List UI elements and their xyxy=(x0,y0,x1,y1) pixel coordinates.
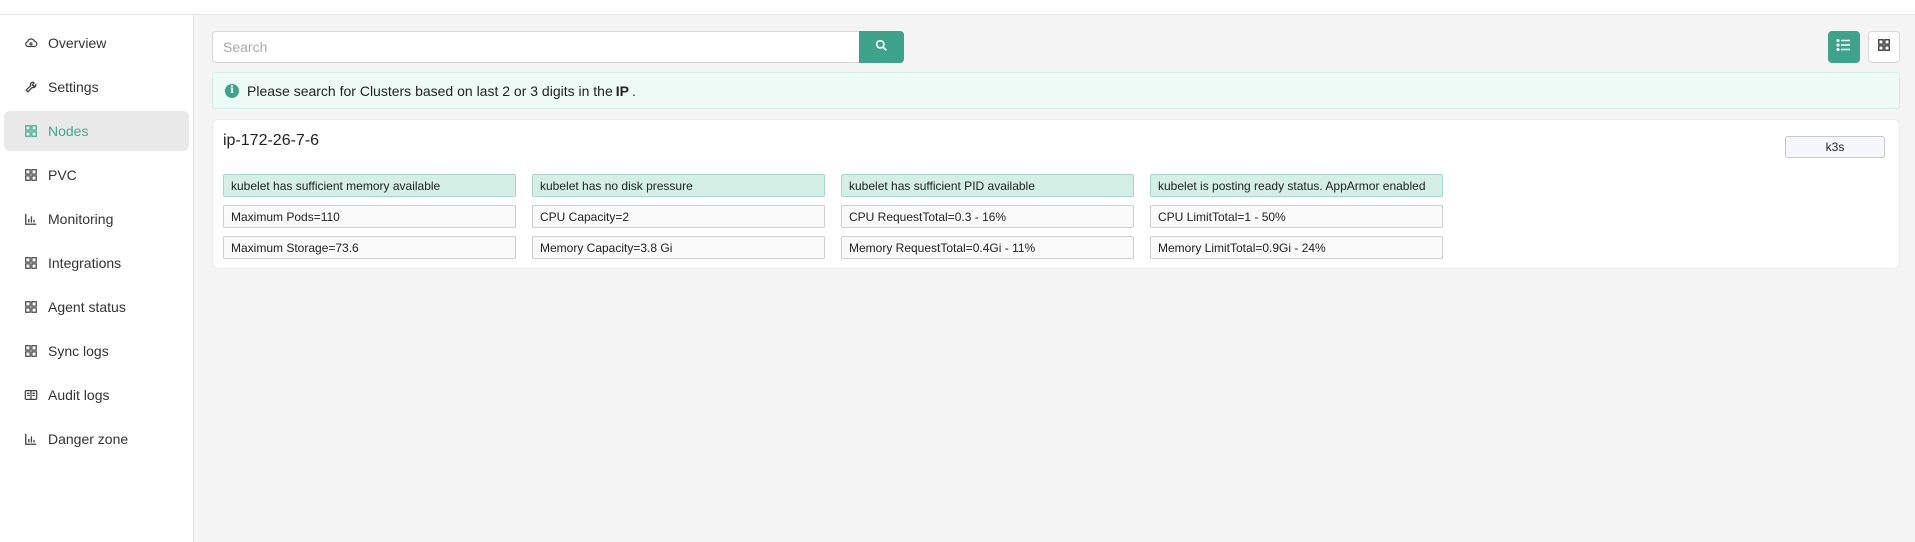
search-bar xyxy=(212,31,904,63)
condition-tag: kubelet has sufficient memory available xyxy=(223,174,516,197)
condition-tag: kubelet is posting ready status. AppArmo… xyxy=(1150,174,1443,197)
grid-icon xyxy=(24,168,38,182)
sidebar-item-settings[interactable]: Settings xyxy=(4,67,189,107)
metric-tag: CPU LimitTotal=1 - 50% xyxy=(1150,205,1443,228)
sidebar-item-label: Danger zone xyxy=(48,431,129,447)
sidebar-item-monitoring[interactable]: Monitoring xyxy=(4,199,189,239)
grid-icon xyxy=(24,300,38,314)
sidebar-item-label: Sync logs xyxy=(48,343,109,359)
sidebar-item-label: Integrations xyxy=(48,255,122,271)
node-name: ip-172-26-7-6 xyxy=(223,132,320,149)
info-text-end: . xyxy=(631,82,636,99)
search-button[interactable] xyxy=(859,31,904,63)
condition-tag: kubelet has sufficient PID available xyxy=(841,174,1134,197)
metric-tag: Maximum Storage=73.6 xyxy=(223,236,516,259)
sidebar-item-label: PVC xyxy=(48,167,77,183)
view-toggle-group xyxy=(1828,31,1900,63)
info-banner: i Please search for Clusters based on la… xyxy=(212,72,1900,109)
bar-chart-icon xyxy=(24,432,38,446)
sidebar-item-label: Audit logs xyxy=(48,387,110,403)
cloud-icon xyxy=(24,36,38,50)
sidebar-item-pvc[interactable]: PVC xyxy=(4,155,189,195)
node-type-badge: k3s xyxy=(1785,136,1885,158)
sidebar-item-nodes[interactable]: Nodes xyxy=(4,111,189,151)
sidebar-item-audit-logs[interactable]: Audit logs xyxy=(4,375,189,415)
grid-icon xyxy=(24,256,38,270)
info-text: Please search for Clusters based on last… xyxy=(247,82,613,99)
condition-tag: kubelet has no disk pressure xyxy=(532,174,825,197)
main-content: i Please search for Clusters based on la… xyxy=(195,15,1915,542)
node-card: ip-172-26-7-6 k3s kubelet has sufficient… xyxy=(212,119,1900,269)
info-icon: i xyxy=(225,83,239,98)
metric-tag: CPU Capacity=2 xyxy=(532,205,825,228)
search-icon xyxy=(875,39,888,55)
sidebar-item-integrations[interactable]: Integrations xyxy=(4,243,189,283)
book-icon xyxy=(24,388,38,402)
bar-chart-icon xyxy=(24,212,38,226)
list-view-button[interactable] xyxy=(1828,31,1860,63)
metric-tag: Memory RequestTotal=0.4Gi - 11% xyxy=(841,236,1134,259)
sidebar-item-label: Settings xyxy=(48,79,99,95)
info-text-bold: IP xyxy=(615,82,629,99)
grid-icon xyxy=(24,344,38,358)
sidebar-item-danger-zone[interactable]: Danger zone xyxy=(4,419,189,459)
grid-icon xyxy=(1877,38,1891,57)
sidebar: Overview Settings Nodes PVC Monitoring I… xyxy=(0,15,194,542)
metric-tag: Memory LimitTotal=0.9Gi - 24% xyxy=(1150,236,1443,259)
sidebar-item-label: Nodes xyxy=(48,123,89,139)
grid-icon xyxy=(24,124,38,138)
list-icon xyxy=(1836,37,1852,58)
top-bar xyxy=(0,0,1915,15)
sidebar-item-agent-status[interactable]: Agent status xyxy=(4,287,189,327)
node-details-grid: kubelet has sufficient memory available … xyxy=(223,174,1443,259)
metric-tag: CPU RequestTotal=0.3 - 16% xyxy=(841,205,1134,228)
grid-view-button[interactable] xyxy=(1868,31,1900,63)
sidebar-item-label: Overview xyxy=(48,35,107,51)
wrench-icon xyxy=(24,80,38,94)
sidebar-item-sync-logs[interactable]: Sync logs xyxy=(4,331,189,371)
sidebar-item-label: Monitoring xyxy=(48,211,114,227)
sidebar-item-overview[interactable]: Overview xyxy=(4,23,189,63)
search-input[interactable] xyxy=(212,31,859,63)
sidebar-item-label: Agent status xyxy=(48,299,126,315)
metric-tag: Maximum Pods=110 xyxy=(223,205,516,228)
metric-tag: Memory Capacity=3.8 Gi xyxy=(532,236,825,259)
